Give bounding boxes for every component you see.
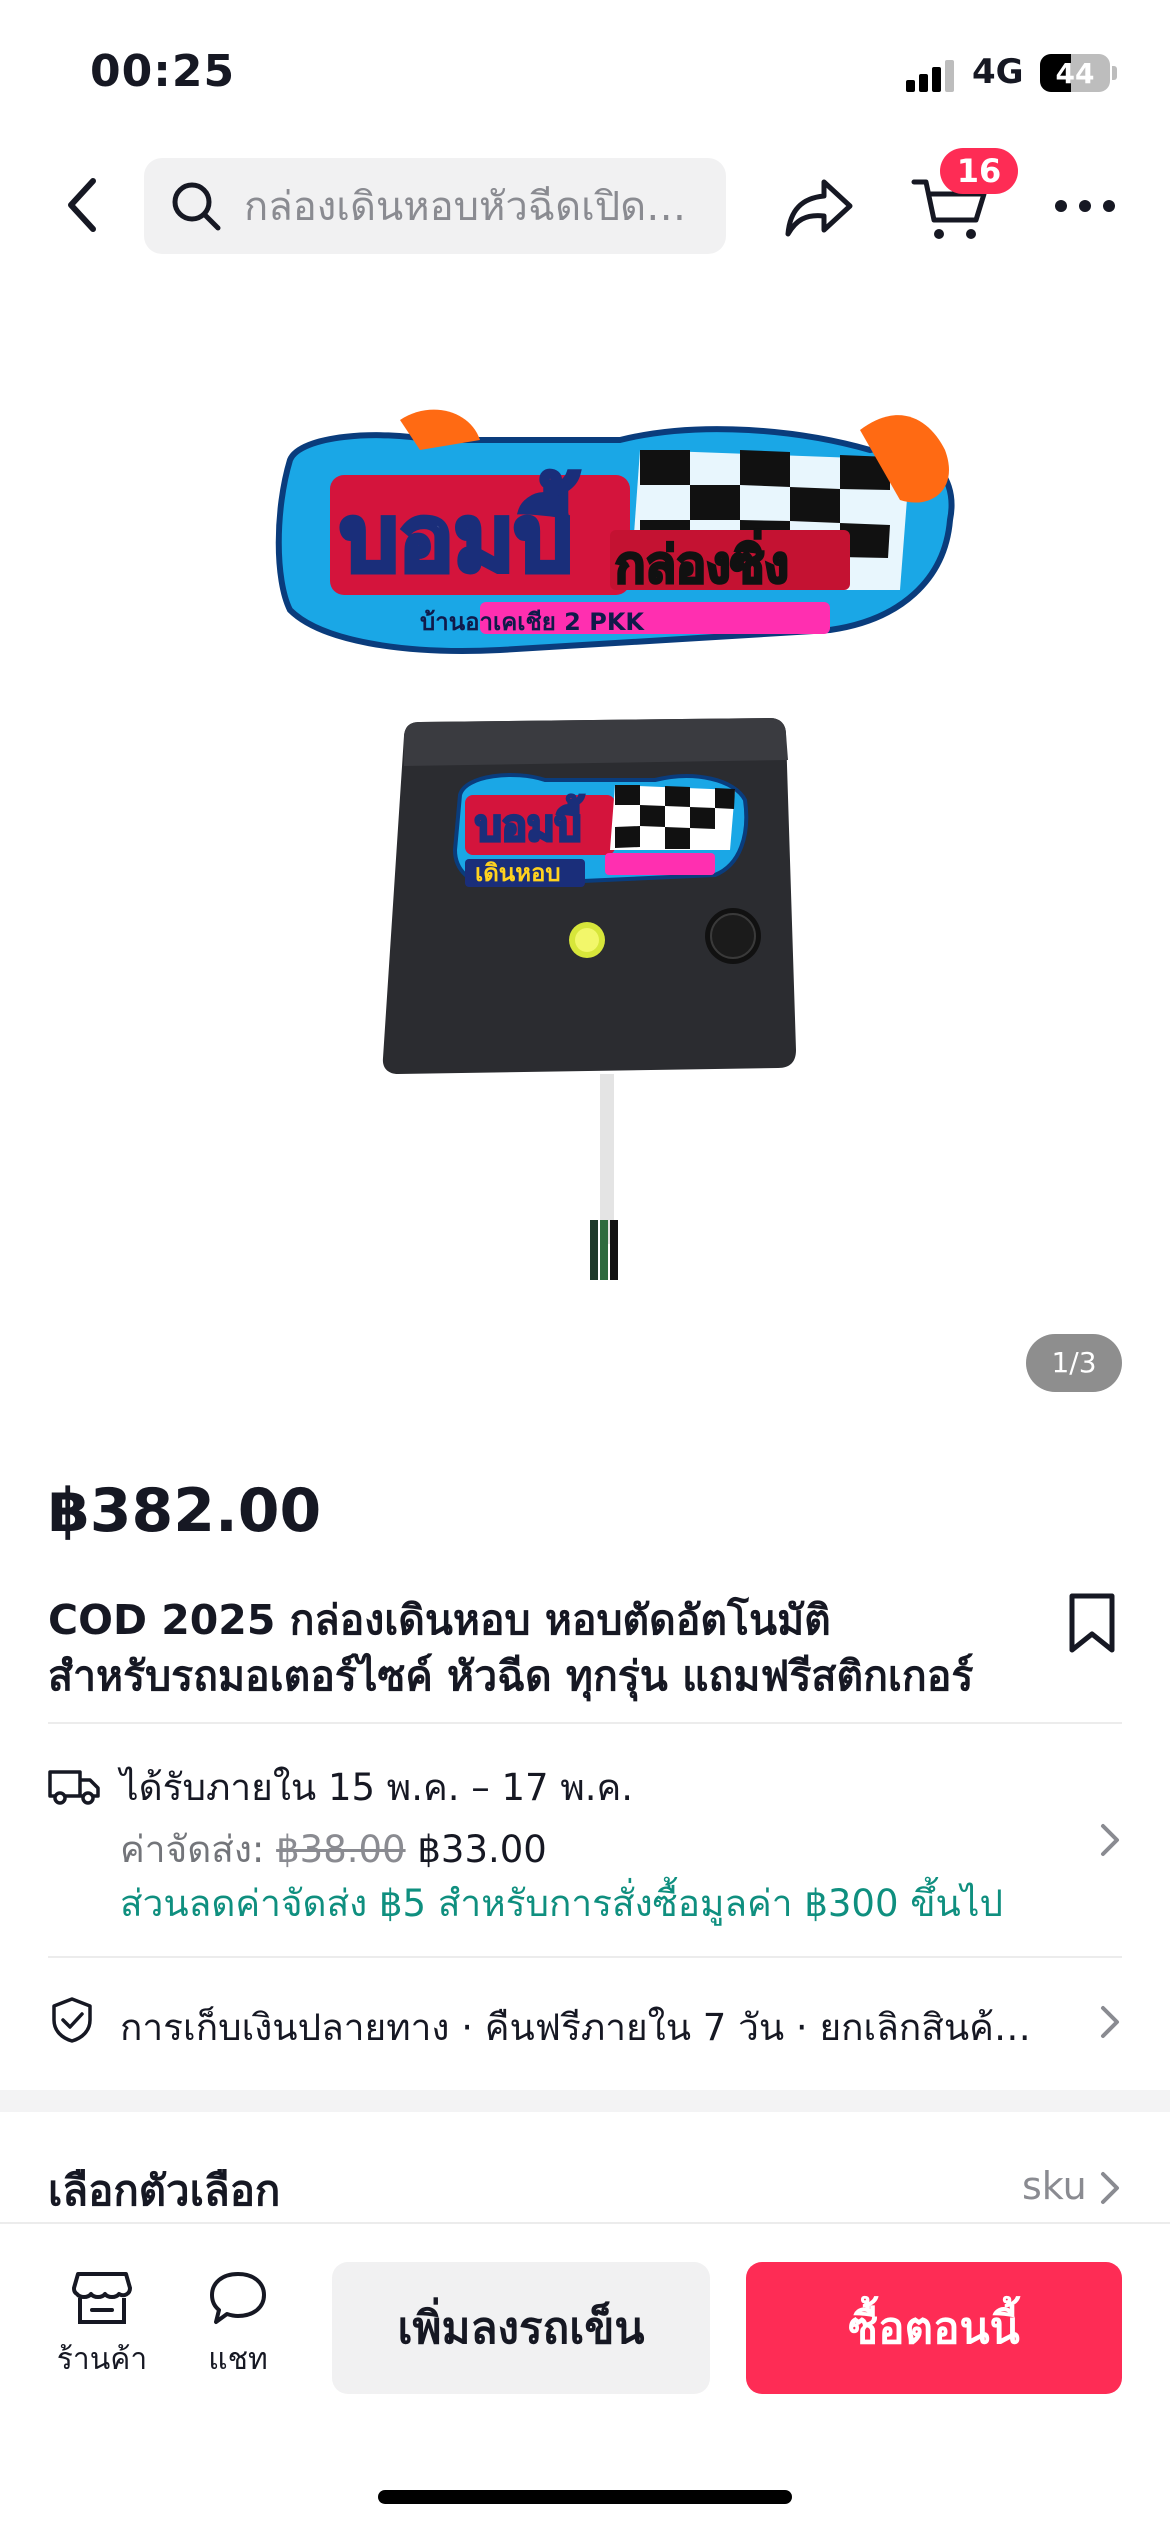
store-icon (72, 2272, 132, 2324)
product-image[interactable]: บอมบี้ กล่องซิ่ง บ้านอาเคเชีย 2 PKK บอมบ… (0, 290, 1170, 1400)
section-separator (0, 2090, 1170, 2112)
delivery-truck-icon (48, 1770, 100, 1805)
sign-tag: บ้านอาเคเชีย 2 PKK (420, 608, 645, 636)
divider (48, 1956, 1122, 1958)
sign-sub: กล่องซิ่ง (615, 530, 789, 594)
add-to-cart-button[interactable]: เพิ่มลงรถเข็น (332, 2262, 710, 2394)
battery-level: 44 (1055, 57, 1095, 90)
shop-label: ร้านค้า (56, 2342, 148, 2377)
shipping-fee-old: ฿38.00 (276, 1828, 406, 1871)
more-icon (1055, 200, 1115, 212)
bottom-action-bar: ร้านค้า แชท เพิ่มลงรถเข็น ซื้อตอนนี้ (0, 2222, 1170, 2532)
chat-label: แชท (208, 2342, 268, 2377)
home-indicator[interactable] (378, 2490, 792, 2504)
shop-button[interactable]: ร้านค้า (50, 2270, 154, 2383)
status-time: 00:25 (90, 46, 236, 97)
chat-bubble-icon (210, 2272, 266, 2324)
chevron-left-icon (68, 178, 96, 232)
battery-icon: 44 (1040, 54, 1110, 92)
back-button[interactable] (50, 172, 116, 238)
image-counter: 1/3 (1026, 1334, 1122, 1392)
product-logo-sign: บอมบี้ กล่องซิ่ง บ้านอาเคเชีย 2 PKK (275, 409, 955, 654)
chat-button[interactable]: แชท (190, 2270, 286, 2383)
shield-check-icon (52, 1997, 92, 2043)
shipping-promo: ส่วนลดค่าจัดส่ง ฿5 สำหรับการสั่งซื้อมูลค… (120, 1882, 1003, 1925)
search-input[interactable]: กล่องเดินหอบหัวฉีดเปิดปิดออโต้ (244, 174, 704, 238)
box-label: เดินหอบ (475, 859, 561, 887)
shipping-chevron-right-icon[interactable] (1098, 1822, 1122, 1858)
bookmark-button[interactable] (1064, 1592, 1120, 1654)
options-title[interactable]: เลือกตัวเลือก (48, 2158, 280, 2224)
network-type: 4G (972, 52, 1024, 92)
status-bar: 00:25 4G 44 (0, 0, 1170, 140)
shipping-fee-label: ค่าจัดส่ง: (120, 1828, 265, 1871)
product-photo: บอมบี้ กล่องซิ่ง บ้านอาเคเชีย 2 PKK บอมบ… (275, 409, 955, 1280)
bookmark-icon (1069, 1593, 1115, 1653)
top-nav: กล่องเดินหอบหัวฉีดเปิดปิดออโต้ 16 (0, 148, 1170, 260)
search-bar[interactable]: กล่องเดินหอบหัวฉีดเปิดปิดออโต้ (144, 158, 726, 254)
product-title-line-1: COD 2025 กล่องเดินหอบ หอบตัดอัตโนมัติ (48, 1596, 831, 1644)
divider (48, 1722, 1122, 1724)
product-price: ฿382.00 (48, 1476, 322, 1546)
signal-icon (906, 58, 958, 92)
product-title-line-2: สำหรับรถมอเตอร์ไซค์ หัวฉีด ทุกรุ่น แถมฟร… (48, 1652, 974, 1700)
more-button[interactable] (1052, 188, 1118, 224)
sign-title: บอมบี้ (340, 471, 579, 592)
options-chevron-right-icon[interactable] (1098, 2170, 1122, 2206)
guarantee-chevron-right-icon[interactable] (1098, 2004, 1122, 2040)
share-button[interactable] (782, 170, 856, 244)
buy-now-button[interactable]: ซื้อตอนนี้ (746, 2262, 1122, 2394)
cart-count-badge: 16 (940, 148, 1018, 194)
delivery-estimate: ได้รับภายใน 15 พ.ค. – 17 พ.ค. (120, 1766, 633, 1809)
options-sku[interactable]: sku (1022, 2164, 1087, 2208)
share-icon (785, 179, 853, 237)
product-title[interactable]: COD 2025 กล่องเดินหอบ หอบตัดอัตโนมัติ สำ… (48, 1592, 1058, 1704)
shipping-fee-new: ฿33.00 (417, 1828, 547, 1871)
product-box: บอมบี้ เดินหอบ (382, 718, 796, 1280)
service-guarantee[interactable]: การเก็บเงินปลายทาง · คืนฟรีภายใน 7 วัน ·… (120, 1998, 1048, 2057)
battery-tip (1112, 66, 1117, 80)
search-icon (172, 182, 221, 231)
box-sign-title: บอมบี้ (475, 794, 585, 850)
shipping-fee: ค่าจัดส่ง: ฿38.00 ฿33.00 (120, 1820, 547, 1879)
